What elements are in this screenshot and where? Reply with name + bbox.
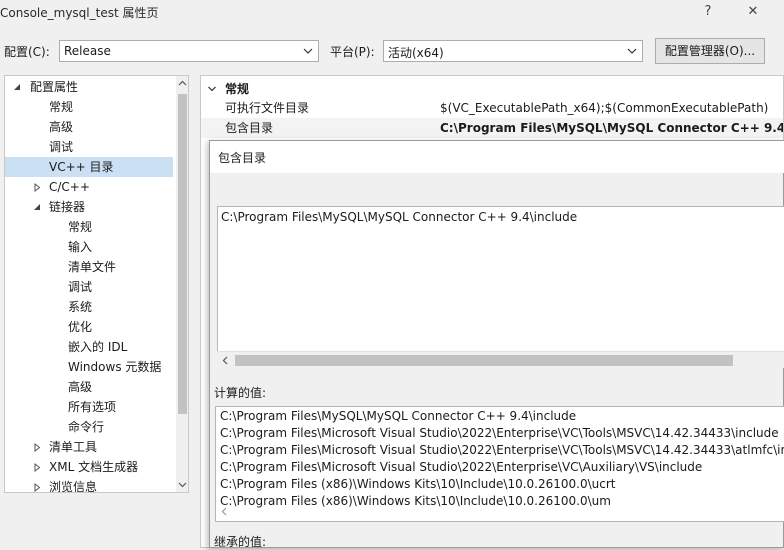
tree-item-label: C/C++ bbox=[49, 180, 90, 194]
tree-item-label: 调试 bbox=[68, 280, 93, 294]
scroll-left-icon[interactable] bbox=[221, 356, 230, 365]
directory-edit-list[interactable]: C:\Program Files\MySQL\MySQL Connector C… bbox=[217, 206, 784, 368]
scroll-left-icon[interactable] bbox=[220, 507, 229, 516]
edit-hscroll-thumb[interactable] bbox=[235, 355, 733, 366]
tree-item-label: 嵌入的 IDL bbox=[68, 340, 128, 354]
grid-section-header[interactable]: 常规 bbox=[201, 79, 783, 99]
tree-item-label: 链接器 bbox=[49, 200, 86, 214]
tree-item-label: 常规 bbox=[68, 220, 93, 234]
property-tree: 配置属性 常规 高级 调试 VC++ 目录 C/C++ 链接器 常规 输入 清单文件 调试 系统 优化嵌… bbox=[4, 75, 189, 493]
grid-row[interactable]: 可执行文件目录 $(VC_ExecutablePath_x64);$(Commo… bbox=[201, 98, 783, 118]
scroll-down-icon[interactable] bbox=[178, 480, 187, 489]
computed-value-line: C:\Program Files\Microsoft Visual Studio… bbox=[220, 443, 784, 457]
tree-item[interactable]: C/C++ bbox=[5, 177, 173, 197]
tree-item-label: 命令行 bbox=[68, 420, 105, 434]
window-title: Console_mysql_test 属性页 bbox=[0, 6, 159, 20]
directory-entry[interactable]: C:\Program Files\MySQL\MySQL Connector C… bbox=[221, 210, 577, 224]
expanded-triangle-icon[interactable] bbox=[33, 203, 42, 212]
tree-scroll-thumb[interactable] bbox=[178, 94, 187, 414]
tree-item-label: 常规 bbox=[49, 100, 74, 114]
tree-item-label: 配置属性 bbox=[30, 80, 79, 94]
scroll-up-icon[interactable] bbox=[178, 79, 187, 88]
computed-value-line: C:\Program Files (x86)\Windows Kits\10\I… bbox=[220, 494, 611, 508]
tree-item[interactable]: 命令行 bbox=[5, 417, 173, 437]
tree-item[interactable]: 嵌入的 IDL bbox=[5, 337, 173, 357]
tree-item[interactable]: 配置属性 bbox=[5, 77, 173, 97]
tree-item[interactable]: Windows 元数据 bbox=[5, 357, 173, 377]
property-value: $(VC_ExecutablePath_x64);$(CommonExecuta… bbox=[440, 101, 769, 115]
tree-scrollbar[interactable] bbox=[176, 76, 188, 492]
tree-item[interactable]: 输入 bbox=[5, 237, 173, 257]
chevron-down-icon bbox=[303, 48, 313, 54]
platform-combo[interactable]: 活动(x64) bbox=[383, 40, 643, 62]
tree-item[interactable]: VC++ 目录 bbox=[5, 157, 173, 177]
tree-item[interactable]: XML 文档生成器 bbox=[5, 457, 173, 477]
platform-value: 活动(x64) bbox=[388, 46, 444, 60]
collapsed-triangle-icon[interactable] bbox=[33, 443, 42, 452]
property-value: C:\Program Files\MySQL\MySQL Connector C… bbox=[440, 121, 784, 135]
computed-values-list[interactable]: C:\Program Files\MySQL\MySQL Connector C… bbox=[215, 406, 784, 522]
tree-item[interactable]: 常规 bbox=[5, 97, 173, 117]
property-name: 可执行文件目录 bbox=[225, 101, 310, 115]
property-name: 包含目录 bbox=[225, 121, 274, 135]
tree-item[interactable]: 优化 bbox=[5, 317, 173, 337]
computed-value-line: C:\Program Files\Microsoft Visual Studio… bbox=[220, 426, 779, 440]
tree-item-label: 调试 bbox=[49, 140, 74, 154]
edit-hscrollbar[interactable] bbox=[217, 351, 784, 368]
tree-item[interactable]: 浏览信息 bbox=[5, 477, 173, 493]
inherited-label: 继承的值: bbox=[214, 535, 267, 549]
config-combo[interactable]: Release bbox=[59, 40, 319, 62]
tree-item[interactable]: 调试 bbox=[5, 277, 173, 297]
tree-item-label: 所有选项 bbox=[68, 400, 117, 414]
chevron-down-icon bbox=[627, 48, 637, 54]
tree-item[interactable]: 高级 bbox=[5, 117, 173, 137]
tree-item[interactable]: 调试 bbox=[5, 137, 173, 157]
tree-item[interactable]: 清单文件 bbox=[5, 257, 173, 277]
config-manager-button[interactable]: 配置管理器(O)... bbox=[655, 38, 765, 64]
tree-item-label: 优化 bbox=[68, 320, 93, 334]
tree-item-label: 清单工具 bbox=[49, 440, 98, 454]
platform-label: 平台(P): bbox=[330, 45, 375, 59]
chevron-down-icon bbox=[208, 86, 216, 92]
tree-item[interactable]: 链接器 bbox=[5, 197, 173, 217]
tree-item-label: VC++ 目录 bbox=[49, 160, 114, 174]
computed-label: 计算的值: bbox=[214, 386, 267, 400]
computed-value-line: C:\Program Files (x86)\Windows Kits\10\I… bbox=[220, 477, 616, 491]
tree-item-label: Windows 元数据 bbox=[68, 360, 162, 374]
collapsed-triangle-icon[interactable] bbox=[33, 483, 42, 492]
tree-item-label: 清单文件 bbox=[68, 260, 117, 274]
config-value: Release bbox=[64, 44, 111, 58]
tree-item[interactable]: 清单工具 bbox=[5, 437, 173, 457]
grid-row[interactable]: 包含目录 C:\Program Files\MySQL\MySQL Connec… bbox=[201, 118, 784, 138]
tree-item-label: 系统 bbox=[68, 300, 93, 314]
tree-item[interactable]: 所有选项 bbox=[5, 397, 173, 417]
dialog-title: 包含目录 bbox=[218, 151, 267, 165]
tree-item-label: 输入 bbox=[68, 240, 93, 254]
computed-value-line: C:\Program Files\Microsoft Visual Studio… bbox=[220, 460, 703, 474]
tree-item[interactable]: 系统 bbox=[5, 297, 173, 317]
close-icon[interactable]: ✕ bbox=[740, 2, 766, 22]
include-dirs-dialog: 包含目录 C:\Program Files\MySQL\MySQL Connec… bbox=[209, 140, 784, 549]
dialog-title-bar: 包含目录 bbox=[210, 141, 784, 173]
collapsed-triangle-icon[interactable] bbox=[33, 463, 42, 472]
tree-item[interactable]: 常规 bbox=[5, 217, 173, 237]
title-bar: Console_mysql_test 属性页 ? ✕ bbox=[0, 0, 784, 26]
tree-item-label: 高级 bbox=[49, 120, 74, 134]
tree-item-label: XML 文档生成器 bbox=[49, 460, 139, 474]
tree-item[interactable]: 高级 bbox=[5, 377, 173, 397]
help-icon[interactable]: ? bbox=[695, 2, 721, 22]
computed-value-line: C:\Program Files\MySQL\MySQL Connector C… bbox=[220, 409, 577, 423]
expanded-triangle-icon[interactable] bbox=[13, 83, 22, 92]
tree-item-label: 浏览信息 bbox=[49, 480, 98, 493]
section-label: 常规 bbox=[225, 82, 250, 96]
tree-item-label: 高级 bbox=[68, 380, 93, 394]
config-label: 配置(C): bbox=[4, 45, 50, 59]
collapsed-triangle-icon[interactable] bbox=[33, 183, 42, 192]
